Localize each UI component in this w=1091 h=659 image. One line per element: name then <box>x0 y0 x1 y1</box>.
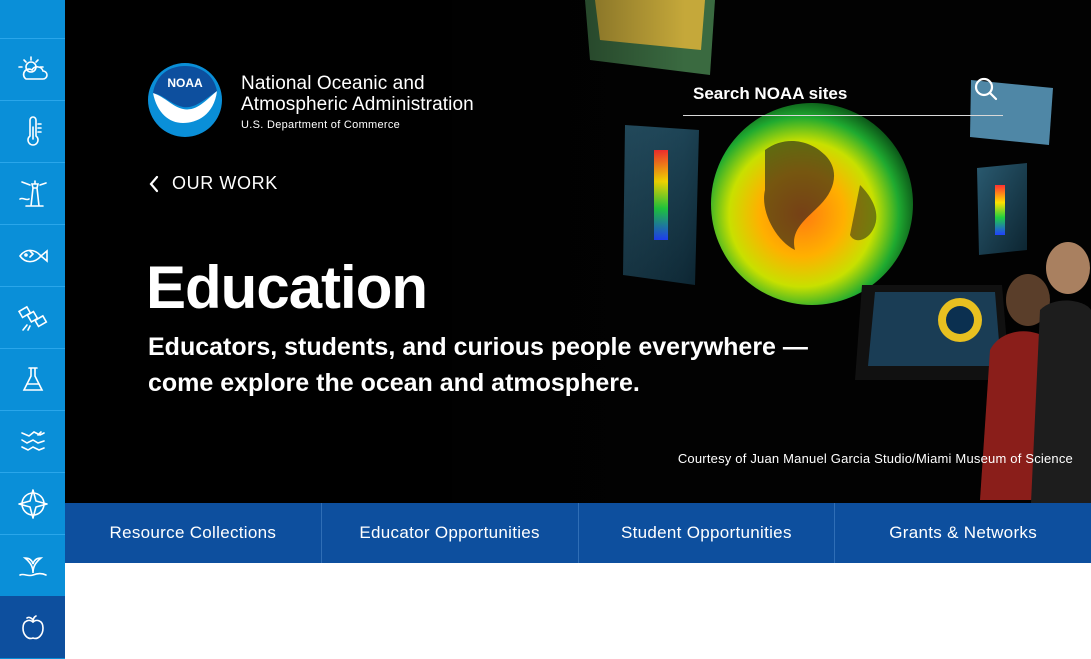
org-department: U.S. Department of Commerce <box>241 119 401 131</box>
sidebar-item-education[interactable] <box>0 596 65 658</box>
hero-banner: NOAA National Oceanic and Atmospheric Ad… <box>65 0 1091 503</box>
noaa-emblem-icon: NOAA <box>148 63 222 137</box>
org-name: National Oceanic and Atmospheric Adminis… <box>241 73 474 131</box>
search-input[interactable] <box>683 83 963 104</box>
tab-educator-opportunities[interactable]: Educator Opportunities <box>320 503 578 563</box>
tab-grants-networks[interactable]: Grants & Networks <box>834 503 1091 563</box>
sidebar-item-weather[interactable] <box>0 38 65 100</box>
thermometer-icon <box>26 115 42 146</box>
back-link-label: OUR WORK <box>172 173 278 193</box>
back-link-our-work[interactable]: OUR WORK <box>148 173 278 194</box>
satellite-icon <box>17 305 47 331</box>
whale-tail-icon <box>18 556 47 576</box>
compass-icon <box>17 488 48 519</box>
site-search <box>683 72 1003 116</box>
page-subtitle: Educators, students, and curious people … <box>148 333 808 397</box>
apple-icon <box>21 614 44 639</box>
sidebar-item-research[interactable] <box>0 348 65 410</box>
sidebar-item-satellites[interactable] <box>0 286 65 348</box>
logo-wordmark: NOAA <box>167 76 203 90</box>
topic-sidebar <box>0 0 65 659</box>
lighthouse-icon <box>18 179 47 207</box>
sidebar-item-climate[interactable] <box>0 100 65 162</box>
org-name-line2: Atmospheric Administration <box>241 94 474 115</box>
tab-student-opportunities[interactable]: Student Opportunities <box>577 503 835 563</box>
search-icon[interactable] <box>973 76 999 102</box>
page-title: Education <box>146 254 428 321</box>
sidebar-item-ocean-coasts[interactable] <box>0 162 65 224</box>
sidebar-item-navigation[interactable] <box>0 472 65 534</box>
chevron-left-icon <box>149 175 159 192</box>
weather-icon <box>17 55 48 80</box>
flask-icon <box>22 366 43 391</box>
sidebar-item-charting[interactable] <box>0 410 65 472</box>
tab-resource-collections[interactable]: Resource Collections <box>65 503 321 563</box>
noaa-logo[interactable]: NOAA National Oceanic and Atmospheric Ad… <box>148 63 474 137</box>
sidebar-item-fisheries[interactable] <box>0 224 65 286</box>
education-tabs: Resource Collections Educator Opportunit… <box>65 503 1091 563</box>
sidebar-item-sanctuaries[interactable] <box>0 534 65 596</box>
fish-icon <box>18 248 48 263</box>
photo-credit: Courtesy of Juan Manuel Garcia Studio/Mi… <box>677 451 1073 466</box>
org-name-line1: National Oceanic and <box>241 73 425 94</box>
map-icon <box>20 430 45 451</box>
